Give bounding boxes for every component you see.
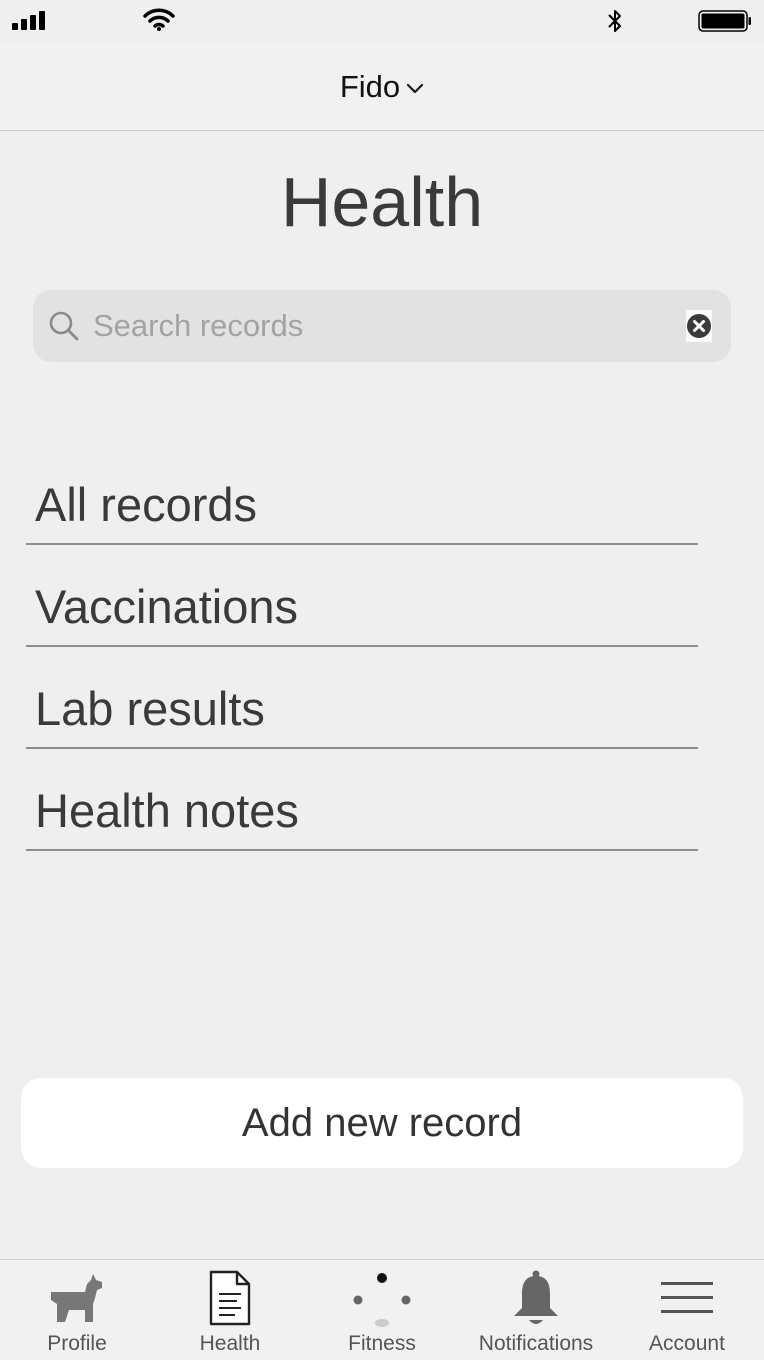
menu-icon bbox=[660, 1270, 714, 1325]
clear-search-button[interactable] bbox=[686, 310, 712, 342]
document-icon bbox=[207, 1270, 253, 1331]
list-item-label: Lab results bbox=[35, 682, 265, 735]
record-category-vaccinations[interactable]: Vaccinations bbox=[26, 547, 698, 647]
page-title: Health bbox=[280, 163, 484, 241]
record-category-lab-results[interactable]: Lab results bbox=[26, 649, 698, 749]
list-item-label: Vaccinations bbox=[35, 580, 298, 633]
bluetooth-icon bbox=[606, 7, 624, 40]
status-bar bbox=[0, 0, 764, 44]
add-new-record-button[interactable]: Add new record bbox=[21, 1078, 743, 1168]
pet-name: Fido bbox=[339, 69, 401, 104]
search-bar bbox=[33, 290, 731, 362]
record-category-list: All records Vaccinations Lab results Hea… bbox=[26, 445, 698, 851]
header: Fido bbox=[0, 44, 764, 131]
tab-fitness[interactable]: Fitness bbox=[306, 1260, 458, 1360]
list-item-label: Health notes bbox=[35, 784, 299, 837]
record-category-health-notes[interactable]: Health notes bbox=[26, 751, 698, 851]
tab-profile[interactable]: Profile bbox=[0, 1260, 154, 1360]
tab-label: Account bbox=[649, 1332, 725, 1355]
bell-icon bbox=[510, 1270, 562, 1333]
tab-account[interactable]: Account bbox=[614, 1260, 760, 1360]
tab-notifications[interactable]: Notifications bbox=[458, 1260, 614, 1360]
tab-label: Profile bbox=[47, 1332, 107, 1355]
dog-icon bbox=[47, 1270, 107, 1329]
search-icon bbox=[47, 309, 81, 348]
tab-bar: Profile Health Fitness Notifications Acc… bbox=[0, 1259, 764, 1360]
tab-health[interactable]: Health bbox=[154, 1260, 306, 1360]
chevron-down-icon bbox=[407, 83, 424, 93]
clear-icon bbox=[687, 314, 711, 338]
battery-icon bbox=[698, 10, 752, 37]
search-input[interactable] bbox=[93, 300, 663, 352]
tab-label: Fitness bbox=[348, 1332, 416, 1355]
tab-label: Health bbox=[199, 1332, 261, 1355]
list-item-label: All records bbox=[35, 478, 258, 531]
dots-icon bbox=[350, 1270, 414, 1333]
tab-label: Notifications bbox=[478, 1332, 594, 1355]
wifi-icon bbox=[143, 8, 175, 37]
pet-switcher[interactable]: Fido bbox=[0, 64, 764, 110]
cellular-signal-icon bbox=[12, 10, 48, 35]
record-category-all[interactable]: All records bbox=[26, 445, 698, 545]
